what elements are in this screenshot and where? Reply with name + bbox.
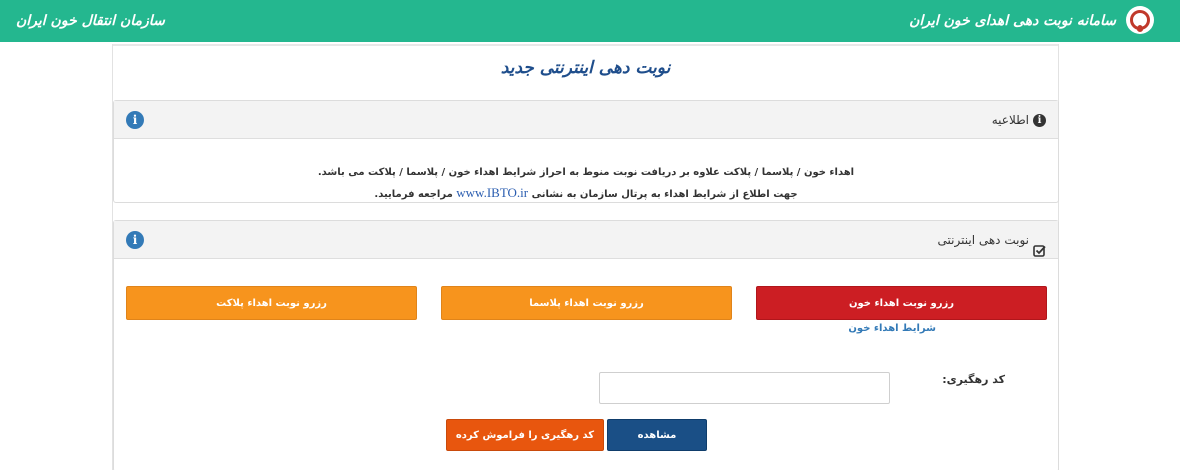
notice-line2-before: جهت اطلاع از شرایط اهداء به پرتال سازمان…	[531, 189, 798, 200]
page-title: نوبت دهی اینترنتی جدید	[500, 58, 671, 78]
notice-panel: i اطلاعیه i اهداء خون / پلاسما / پلاکت ع…	[113, 100, 1059, 203]
blood-drop-logo-icon	[1126, 6, 1154, 34]
booking-title-text: نوبت دهی اینترنتی	[937, 233, 1029, 247]
booking-panel-header: نوبت دهی اینترنتی i	[114, 221, 1058, 259]
tracking-code-label: کد رهگیری:	[942, 373, 1005, 386]
reserve-blood-button[interactable]: رزرو نوبت اهداء خون	[756, 286, 1047, 320]
reserve-platelet-button[interactable]: رزرو نوبت اهداء پلاکت	[126, 286, 417, 320]
booking-panel-title: نوبت دهی اینترنتی	[938, 221, 1046, 259]
notice-text-line1: اهداء خون / پلاسما / پلاکت علاوه بر دریا…	[317, 167, 855, 178]
notice-info-icon[interactable]: i	[126, 111, 144, 129]
tracking-code-input[interactable]	[599, 372, 890, 404]
booking-info-icon[interactable]: i	[126, 231, 144, 249]
notice-title-text: اطلاعیه	[991, 113, 1029, 127]
site-title: سامانه نوبت دهی اهدای خون ایران	[909, 13, 1116, 29]
forgot-tracking-code-button[interactable]: کد رهگیری را فراموش کرده ام!	[446, 419, 604, 470]
reserve-plasma-button[interactable]: رزرو نوبت اهداء پلاسما	[441, 286, 732, 320]
notice-text-line2: جهت اطلاع از شرایط اهداء به پرتال سازمان…	[114, 185, 1058, 201]
view-button[interactable]: مشاهده	[607, 419, 707, 451]
blood-conditions-link[interactable]: شرایط اهداء خون	[756, 323, 936, 334]
header-divider	[113, 44, 1058, 46]
top-header: سامانه نوبت دهی اهدای خون ایران سازمان ا…	[0, 0, 1180, 42]
info-circle-icon: i	[1033, 113, 1046, 127]
notice-panel-header: i اطلاعیه i	[114, 101, 1058, 139]
notice-line2-after: مراجعه فرمایید.	[374, 189, 453, 200]
ibto-link[interactable]: www.IBTO.ir	[456, 185, 528, 200]
booking-panel: نوبت دهی اینترنتی i رزرو نوبت اهداء خون …	[113, 220, 1059, 470]
checkbox-check-icon	[1033, 234, 1046, 257]
notice-panel-title: i اطلاعیه	[992, 101, 1046, 139]
organization-name: سازمان انتقال خون ایران	[16, 13, 165, 29]
main-container: نوبت دهی اینترنتی جدید i اطلاعیه i اهداء…	[112, 44, 1059, 470]
